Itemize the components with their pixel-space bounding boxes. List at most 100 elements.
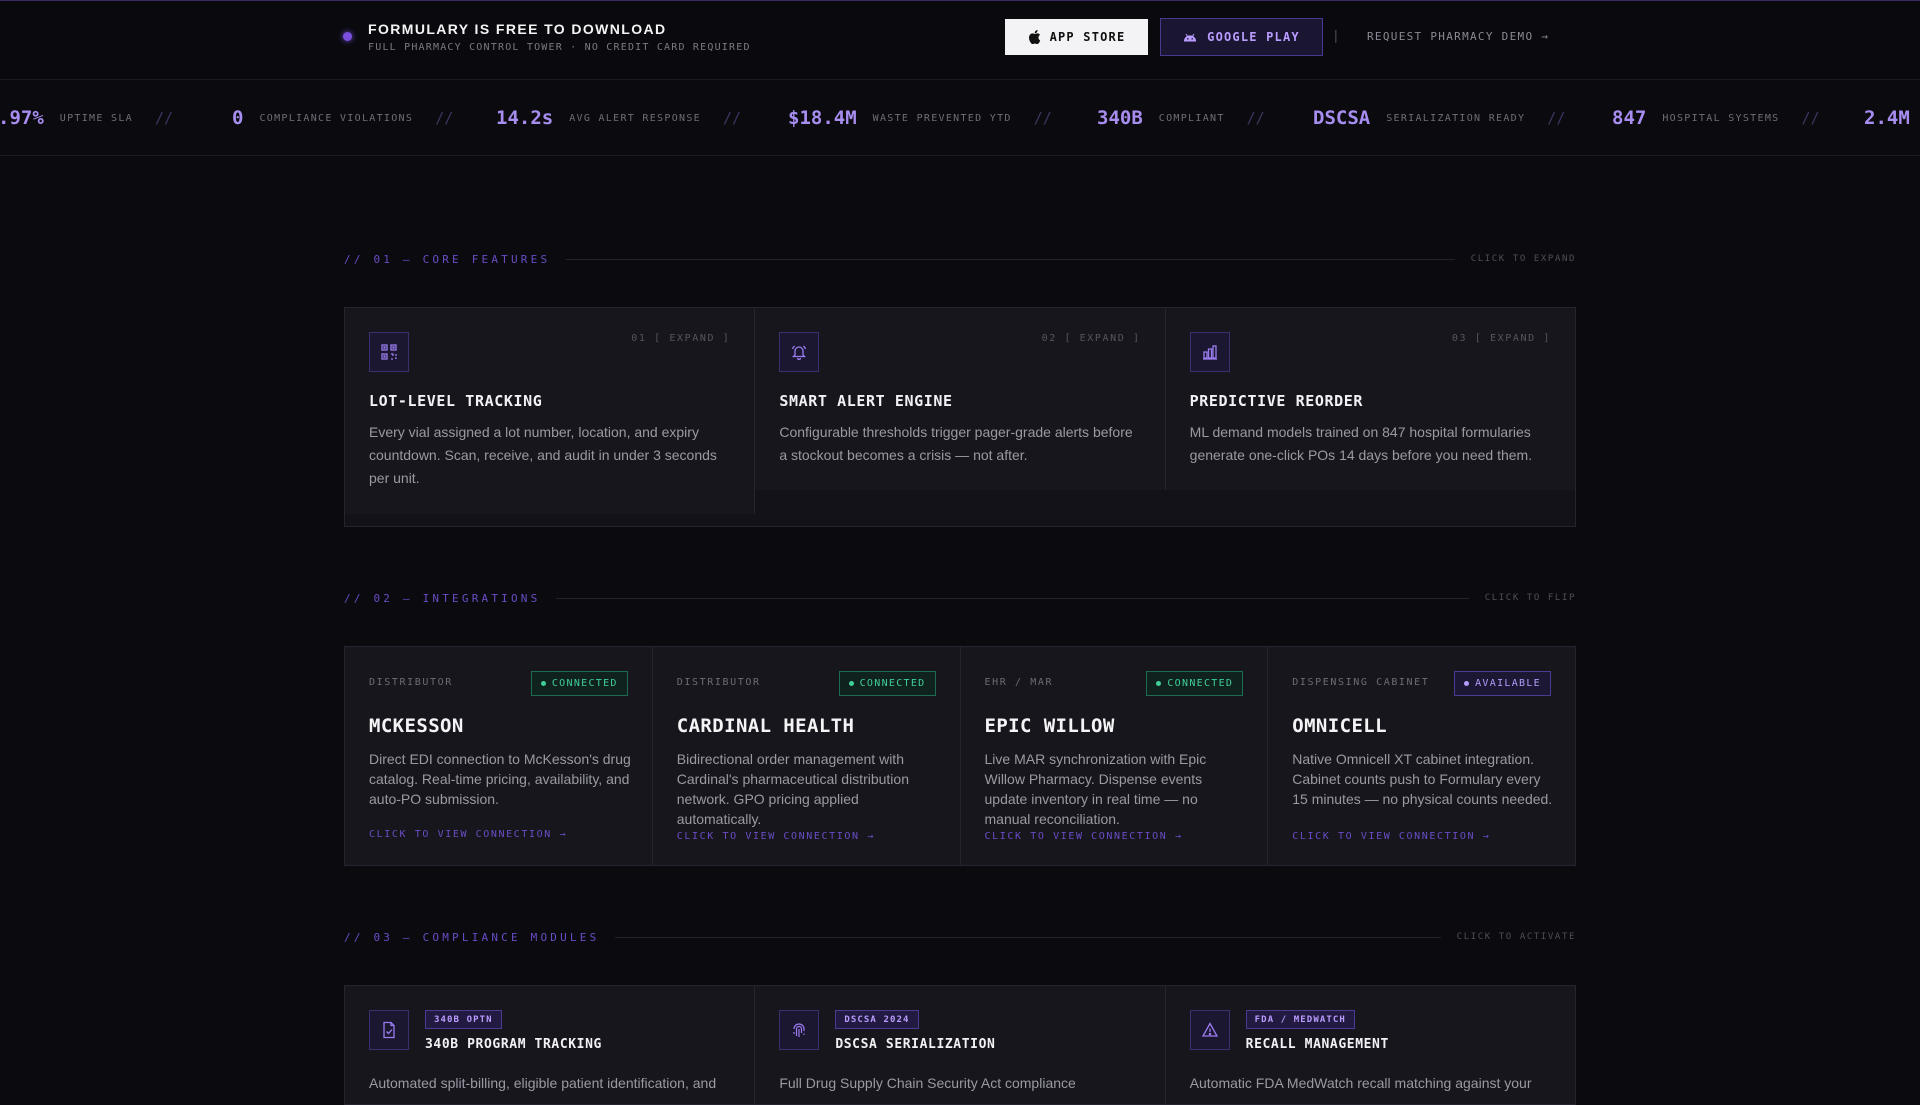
ticker-label: HOSPITAL SYSTEMS bbox=[1662, 112, 1780, 124]
section-header-core-features: // 01 — CORE FEATURES CLICK TO EXPAND bbox=[344, 249, 1576, 269]
integration-description: Direct EDI connection to McKesson's drug… bbox=[369, 751, 631, 807]
status-dot bbox=[343, 32, 352, 41]
bell-icon bbox=[779, 332, 820, 372]
status-label: CONNECTED bbox=[1167, 678, 1234, 689]
warning-triangle-icon bbox=[1189, 1010, 1230, 1050]
section-title: // 01 — CORE FEATURES bbox=[344, 252, 551, 266]
status-badge: CONNECTED bbox=[838, 671, 936, 696]
ticker-item: 847 HOSPITAL SYSTEMS // bbox=[1612, 80, 1820, 155]
status-badge: CONNECTED bbox=[1146, 671, 1244, 696]
apple-icon bbox=[1028, 30, 1040, 44]
status-label: CONNECTED bbox=[551, 678, 618, 689]
ticker-separator: // bbox=[722, 109, 742, 127]
feature-card-smart-alert[interactable]: 02 [ EXPAND ] SMART ALERT ENGINE Configu… bbox=[755, 308, 1166, 490]
ticker-separator: // bbox=[1547, 109, 1566, 127]
section-header-integrations: // 02 — INTEGRATIONS CLICK TO FLIP bbox=[344, 588, 1576, 608]
feature-title: PREDICTIVE REORDER bbox=[1189, 392, 1364, 410]
section-divider bbox=[615, 936, 1441, 938]
integration-description: Live MAR synchronization with Epic Willo… bbox=[984, 751, 1207, 827]
ticker-label: COMPLIANCE VIOLATIONS bbox=[259, 112, 414, 124]
integration-title: EPIC WILLOW bbox=[984, 715, 1115, 737]
status-badge: CONNECTED bbox=[530, 671, 628, 696]
ticker-label: WASTE PREVENTED YTD bbox=[872, 112, 1012, 124]
feature-number[interactable]: 01 [ EXPAND ] bbox=[631, 333, 730, 344]
compliance-description: Automated split-billing, eligible patien… bbox=[369, 1075, 717, 1091]
ticker-item: $18.4M WASTE PREVENTED YTD // bbox=[788, 80, 1052, 155]
compliance-tag: FDA / MEDWATCH bbox=[1245, 1010, 1355, 1029]
request-demo-link[interactable]: REQUEST PHARMACY DEMO → bbox=[1367, 30, 1549, 43]
compliance-card-dscsa[interactable]: DSCSA 2024 DSCSA SERIALIZATION Full Drug… bbox=[755, 986, 1166, 1104]
feature-description: Every vial assigned a lot number, locati… bbox=[369, 424, 717, 486]
integration-description: Bidirectional order management with Card… bbox=[676, 751, 909, 827]
document-check-icon bbox=[369, 1010, 409, 1050]
compliance-description: Full Drug Supply Chain Security Act comp… bbox=[779, 1075, 1076, 1091]
ticker-item: 2.4M bbox=[1864, 80, 1910, 155]
compliance-card-340b[interactable]: 340B OPTN 340B PROGRAM TRACKING Automate… bbox=[345, 986, 756, 1104]
status-dot bbox=[1156, 681, 1162, 686]
compliance-description: Automatic FDA MedWatch recall matching a… bbox=[1189, 1075, 1532, 1091]
compliance-card-recall[interactable]: FDA / MEDWATCH RECALL MANAGEMENT Automat… bbox=[1165, 986, 1575, 1104]
ticker-value: 2.4M bbox=[1864, 107, 1910, 129]
banner-subtitle: FULL PHARMACY CONTROL TOWER · NO CREDIT … bbox=[368, 42, 751, 53]
ticker-label: AVG ALERT RESPONSE bbox=[569, 112, 701, 124]
ticker-item: DSCSA SERIALIZATION READY // bbox=[1313, 80, 1566, 155]
ticker-item: .97% UPTIME SLA // bbox=[0, 80, 173, 155]
view-connection-link[interactable]: CLICK TO VIEW CONNECTION → bbox=[1292, 831, 1490, 842]
integration-title: OMNICELL bbox=[1292, 715, 1387, 737]
ticker-separator: // bbox=[1033, 109, 1052, 127]
integration-card-cardinal-health[interactable]: DISTRIBUTOR CONNECTED CARDINAL HEALTH Bi… bbox=[652, 647, 961, 865]
ticker-value: 340B bbox=[1097, 107, 1143, 129]
download-banner: FORMULARY IS FREE TO DOWNLOAD FULL PHARM… bbox=[0, 0, 1920, 80]
view-connection-link[interactable]: CLICK TO VIEW CONNECTION → bbox=[677, 831, 875, 842]
integration-card-epic-willow[interactable]: EHR / MAR CONNECTED EPIC WILLOW Live MAR… bbox=[960, 647, 1269, 865]
feature-number[interactable]: 03 [ EXPAND ] bbox=[1452, 333, 1551, 344]
feature-card-lot-tracking[interactable]: 01 [ EXPAND ] LOT-LEVEL TRACKING Every v… bbox=[345, 308, 756, 514]
ticker-separator: // bbox=[435, 109, 454, 127]
status-label: AVAILABLE bbox=[1475, 678, 1541, 689]
view-connection-link[interactable]: CLICK TO VIEW CONNECTION → bbox=[369, 829, 567, 840]
status-label: CONNECTED bbox=[859, 678, 926, 689]
feature-number[interactable]: 02 [ EXPAND ] bbox=[1042, 333, 1141, 344]
section-title: // 03 — COMPLIANCE MODULES bbox=[344, 930, 600, 944]
view-connection-link[interactable]: CLICK TO VIEW CONNECTION → bbox=[985, 831, 1183, 842]
fingerprint-icon bbox=[779, 1010, 820, 1050]
feature-description: ML demand models trained on 847 hospital… bbox=[1189, 424, 1533, 463]
integration-card-omnicell[interactable]: DISPENSING CABINET AVAILABLE OMNICELL Na… bbox=[1268, 647, 1575, 865]
compliance-tag: 340B OPTN bbox=[425, 1010, 502, 1029]
ticker-value: .97% bbox=[0, 107, 44, 129]
integration-card-mckesson[interactable]: DISTRIBUTOR CONNECTED MCKESSON Direct ED… bbox=[345, 647, 653, 865]
compliance-grid: 340B OPTN 340B PROGRAM TRACKING Automate… bbox=[344, 985, 1576, 1105]
integration-grid: DISTRIBUTOR CONNECTED MCKESSON Direct ED… bbox=[344, 646, 1576, 866]
compliance-title: 340B PROGRAM TRACKING bbox=[425, 1037, 602, 1052]
section-divider bbox=[556, 597, 1469, 599]
ticker-value: DSCSA bbox=[1313, 107, 1371, 129]
feature-grid: 01 [ EXPAND ] LOT-LEVEL TRACKING Every v… bbox=[344, 307, 1576, 527]
feature-title: LOT-LEVEL TRACKING bbox=[369, 392, 543, 410]
ticker-separator: // bbox=[1801, 109, 1820, 127]
status-dot bbox=[848, 681, 854, 686]
compliance-title: DSCSA SERIALIZATION bbox=[835, 1037, 996, 1052]
android-icon bbox=[1184, 33, 1197, 41]
integration-category: DISPENSING CABINET bbox=[1292, 677, 1430, 688]
section-hint: CLICK TO EXPAND bbox=[1470, 254, 1576, 264]
app-store-button[interactable]: APP STORE bbox=[1005, 19, 1148, 55]
app-store-label: APP STORE bbox=[1049, 30, 1126, 44]
integration-category: DISTRIBUTOR bbox=[369, 677, 453, 688]
ticker-value: 14.2s bbox=[496, 107, 554, 129]
status-badge: AVAILABLE bbox=[1454, 671, 1551, 696]
feature-title: SMART ALERT ENGINE bbox=[779, 392, 953, 410]
compliance-title: RECALL MANAGEMENT bbox=[1245, 1037, 1389, 1052]
section-hint: CLICK TO ACTIVATE bbox=[1456, 932, 1576, 942]
ticker-value: 0 bbox=[232, 107, 244, 129]
stats-ticker: .97% UPTIME SLA // 0 COMPLIANCE VIOLATIO… bbox=[0, 80, 1920, 156]
feature-card-predictive-reorder[interactable]: 03 [ EXPAND ] PREDICTIVE REORDER ML dema… bbox=[1165, 308, 1575, 490]
section-divider bbox=[566, 258, 1455, 260]
bar-chart-icon bbox=[1189, 332, 1230, 372]
ticker-separator: // bbox=[1246, 109, 1265, 127]
banner-separator: | bbox=[1334, 27, 1338, 43]
ticker-value: 847 bbox=[1612, 107, 1647, 129]
ticker-item: 0 COMPLIANCE VIOLATIONS // bbox=[232, 80, 454, 155]
compliance-tag: DSCSA 2024 bbox=[835, 1010, 919, 1029]
ticker-label: SERIALIZATION READY bbox=[1386, 112, 1526, 124]
google-play-button[interactable]: GOOGLE PLAY bbox=[1160, 18, 1323, 56]
